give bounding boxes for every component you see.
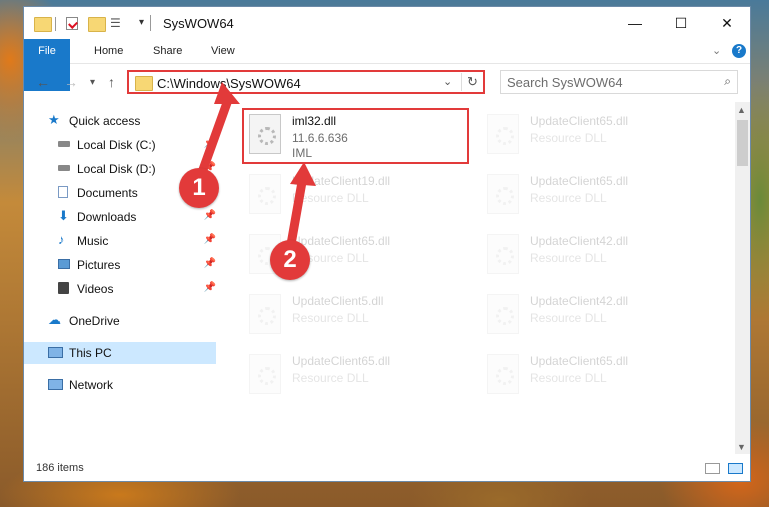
- arrow-1-head: [214, 82, 240, 104]
- annotation-badge-1: 1: [179, 168, 219, 208]
- annotation-arrows: [195, 82, 316, 255]
- annotation-badge-2: 2: [270, 240, 310, 280]
- arrow-1-shaft: [195, 95, 233, 183]
- arrow-2-head: [290, 162, 316, 186]
